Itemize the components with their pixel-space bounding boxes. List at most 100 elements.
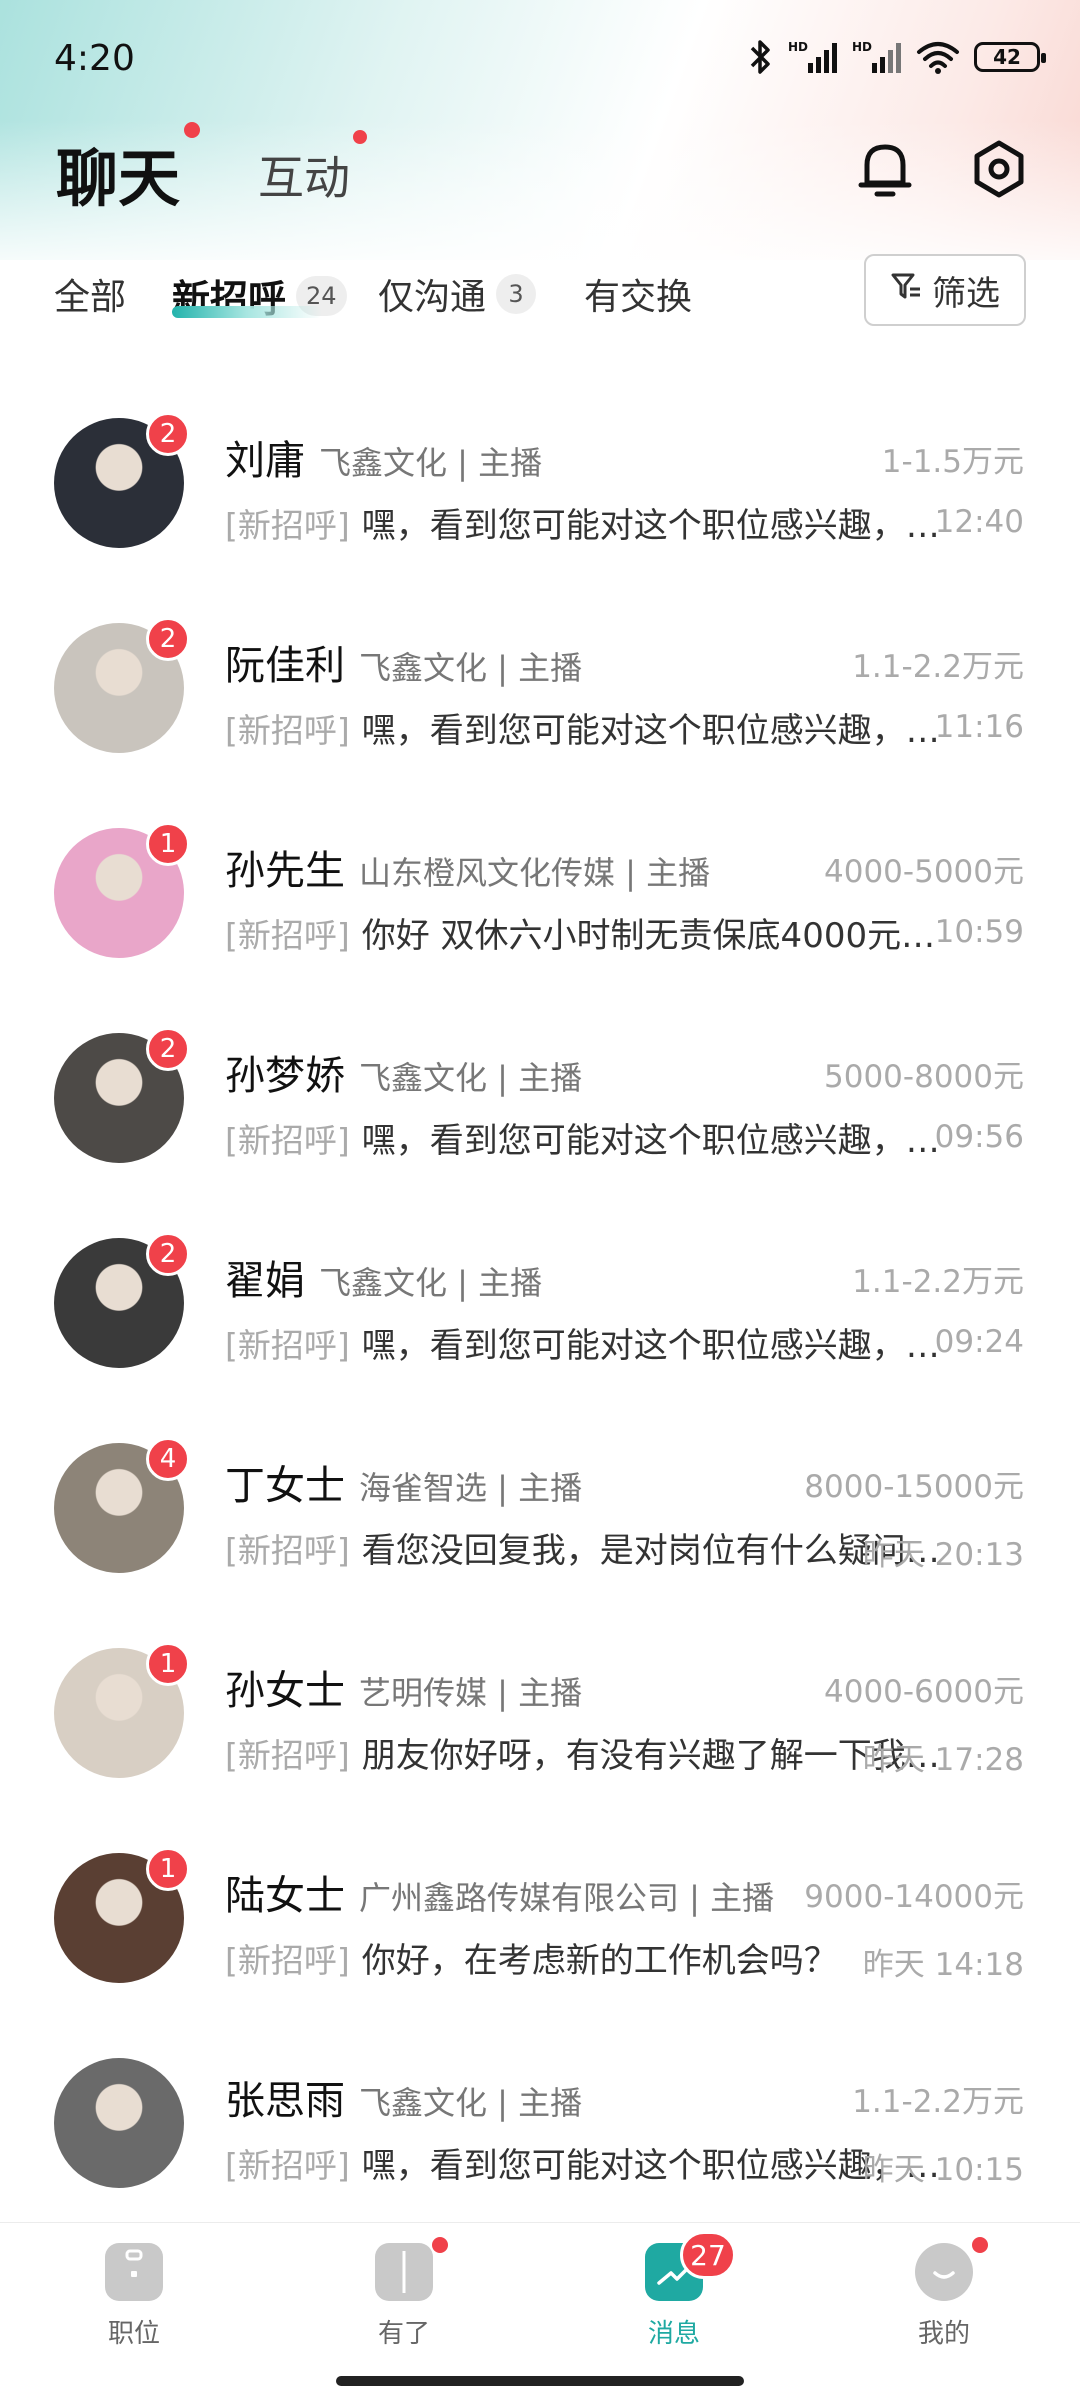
filter-tab-only-chat-label: 仅沟通: [378, 277, 487, 318]
filter-button-label: 筛选: [932, 273, 1000, 314]
unread-count-badge: 1: [146, 822, 190, 866]
conversation-row[interactable]: 1 陆女士 广州鑫路传媒有限公司 | 主播 9000-14000元 [新招呼] 你好，在考…: [0, 1795, 1080, 2000]
book-icon: [375, 2243, 433, 2301]
salary-range: 1.1-2.2万元: [852, 649, 1024, 685]
message-preview-line: [新招呼] 你好 双休六小时制无责保底4000元，有兴趣吗: [225, 908, 945, 957]
contact-header-line: 孙梦娇 飞鑫文化 | 主播: [225, 1043, 582, 1101]
contact-header-line: 丁女士 海雀智选 | 主播: [225, 1453, 582, 1511]
message-time: 昨天 17:28: [862, 1742, 1024, 1778]
salary-range: 1-1.5万元: [881, 444, 1024, 480]
notification-bell-icon[interactable]: [850, 134, 920, 204]
settings-gear-icon[interactable]: [964, 134, 1034, 204]
message-time: 11:16: [934, 709, 1024, 745]
new-greeting-tag: [新招呼]: [225, 506, 350, 545]
contact-header-line: 陆女士 广州鑫路传媒有限公司 | 主播: [225, 1863, 774, 1921]
interact-unread-dot: [353, 130, 367, 144]
message-preview: 你好，在考虑新的工作机会吗？: [361, 1941, 838, 1981]
contact-name: 丁女士: [225, 1463, 345, 1509]
conversation-row[interactable]: 2 刘庸 飞鑫文化 | 主播 1-1.5万元 [新招呼] 嘿，看到您可能对这个职位感兴趣，…: [0, 360, 1080, 565]
unread-count-badge: 2: [146, 412, 190, 456]
message-preview-line: [新招呼] 看您没回复我，是对岗位有什么疑问吗？: [225, 1523, 945, 1572]
contact-header-line: 刘庸 飞鑫文化 | 主播: [225, 428, 542, 486]
status-time: 4:20: [54, 38, 135, 79]
svg-text:HD: HD: [852, 40, 872, 54]
new-greeting-tag: [新招呼]: [225, 711, 350, 750]
new-greeting-tag: [新招呼]: [225, 1941, 350, 1980]
contact-name: 陆女士: [225, 1873, 345, 1919]
message-time: 昨天 20:13: [862, 1537, 1024, 1573]
contact-header-line: 孙女士 艺明传媒 | 主播: [225, 1658, 582, 1716]
message-preview: 看您没回复我，是对岗位有什么疑问吗？: [361, 1531, 945, 1571]
message-time: 12:40: [934, 504, 1024, 540]
message-preview-line: [新招呼] 朋友你好呀，有没有兴趣了解一下我们的岗位: [225, 1728, 945, 1777]
new-greeting-tag: [新招呼]: [225, 1121, 350, 1160]
nav-messages-label: 消息: [647, 2319, 700, 2349]
status-bar: 4:20 HD HD 42: [0, 0, 1080, 120]
unread-count-badge: 2: [146, 617, 190, 661]
company-and-role: 飞鑫文化 | 主播: [319, 1264, 543, 1302]
message-preview-line: [新招呼] 嘿，看到您可能对这个职位感兴趣，方便聊聊吗？: [225, 1113, 945, 1162]
salary-range: 4000-6000元: [824, 1674, 1024, 1710]
avatar[interactable]: [54, 2058, 184, 2188]
new-greeting-tag: [新招呼]: [225, 1531, 350, 1570]
contact-name: 翟娟: [225, 1258, 305, 1304]
filter-tab-only-chat[interactable]: 仅沟通 3: [378, 268, 537, 320]
message-time: 10:59: [934, 914, 1024, 950]
home-indicator: [336, 2376, 744, 2386]
message-preview: 嘿，看到您可能对这个职位感兴趣，方便聊聊吗？: [361, 2146, 945, 2186]
filter-tab-exchanged[interactable]: 有交换: [584, 268, 692, 320]
nav-youle-dot: [432, 2237, 448, 2253]
salary-range: 5000-8000元: [824, 1059, 1024, 1095]
contact-header-line: 阮佳利 飞鑫文化 | 主播: [225, 633, 582, 691]
conversation-row[interactable]: 张思雨 飞鑫文化 | 主播 1.1-2.2万元 [新招呼] 嘿，看到您可能对这个职位感兴…: [0, 2000, 1080, 2205]
contact-header-line: 孙先生 山东橙风文化传媒 | 主播: [225, 838, 710, 896]
nav-mine-label: 我的: [917, 2319, 970, 2349]
conversation-row[interactable]: 1 孙先生 山东橙风文化传媒 | 主播 4000-5000元 [新招呼] 你好 双休六小时…: [0, 770, 1080, 975]
message-time: 昨天 14:18: [862, 1947, 1024, 1983]
unread-count-badge: 1: [146, 1847, 190, 1891]
message-preview-line: [新招呼] 嘿，看到您可能对这个职位感兴趣，方便聊聊吗？: [225, 498, 945, 547]
salary-range: 1.1-2.2万元: [852, 2084, 1024, 2120]
conversation-row[interactable]: 1 孙女士 艺明传媒 | 主播 4000-6000元 [新招呼] 朋友你好呀，有没有兴趣了…: [0, 1590, 1080, 1795]
contact-header-line: 翟娟 飞鑫文化 | 主播: [225, 1248, 542, 1306]
contact-name: 张思雨: [225, 2078, 345, 2124]
briefcase-icon: [105, 2243, 163, 2301]
salary-range: 9000-14000元: [804, 1879, 1024, 1915]
company-and-role: 广州鑫路传媒有限公司 | 主播: [359, 1879, 775, 1917]
message-preview-line: [新招呼] 嘿，看到您可能对这个职位感兴趣，方便聊聊吗？: [225, 2138, 945, 2187]
message-preview-line: [新招呼] 嘿，看到您可能对这个职位感兴趣，方便聊聊吗？: [225, 703, 945, 752]
wifi-icon: [916, 39, 960, 75]
contact-name: 阮佳利: [225, 643, 345, 689]
message-time: 09:24: [934, 1324, 1024, 1360]
salary-range: 4000-5000元: [824, 854, 1024, 890]
only-chat-count-badge: 3: [496, 274, 537, 314]
filter-button[interactable]: 筛选: [864, 254, 1026, 326]
unread-count-badge: 2: [146, 1027, 190, 1071]
filter-tab-exchanged-label: 有交换: [584, 277, 693, 318]
company-and-role: 艺明传媒 | 主播: [359, 1674, 583, 1712]
message-preview-line: [新招呼] 嘿，看到您可能对这个职位感兴趣，方便聊聊吗？: [225, 1318, 945, 1367]
company-and-role: 飞鑫文化 | 主播: [359, 1059, 583, 1097]
nav-jobs[interactable]: 职位: [54, 2243, 214, 2350]
tab-chat[interactable]: 聊天: [56, 128, 180, 218]
active-tab-indicator: [172, 306, 322, 318]
filter-tab-all-label: 全部: [54, 277, 127, 318]
nav-mine[interactable]: 我的: [864, 2243, 1024, 2350]
contact-name: 刘庸: [225, 438, 305, 484]
nav-youle[interactable]: 有了: [324, 2243, 484, 2350]
message-time: 昨天 10:15: [862, 2152, 1024, 2188]
new-greeting-tag: [新招呼]: [225, 1736, 350, 1775]
page-header: 聊天 互动: [0, 120, 1080, 230]
contact-name: 孙先生: [225, 848, 345, 894]
bluetooth-icon: [748, 38, 774, 76]
message-preview: 嘿，看到您可能对这个职位感兴趣，方便聊聊吗？: [361, 1121, 945, 1161]
conversation-row[interactable]: 2 阮佳利 飞鑫文化 | 主播 1.1-2.2万元 [新招呼] 嘿，看到您可能对这个职位感…: [0, 565, 1080, 770]
conversation-row[interactable]: 2 孙梦娇 飞鑫文化 | 主播 5000-8000元 [新招呼] 嘿，看到您可能对这个职位…: [0, 975, 1080, 1180]
conversation-row[interactable]: 4 丁女士 海雀智选 | 主播 8000-15000元 [新招呼] 看您没回复我，是对岗位…: [0, 1385, 1080, 1590]
chat-unread-dot: [184, 122, 200, 138]
conversation-row[interactable]: 2 翟娟 飞鑫文化 | 主播 1.1-2.2万元 [新招呼] 嘿，看到您可能对这个职位感兴…: [0, 1180, 1080, 1385]
tab-interact[interactable]: 互动: [258, 142, 350, 208]
filter-funnel-icon: [890, 270, 922, 311]
filter-tab-all[interactable]: 全部: [54, 268, 126, 320]
company-and-role: 飞鑫文化 | 主播: [319, 444, 543, 482]
